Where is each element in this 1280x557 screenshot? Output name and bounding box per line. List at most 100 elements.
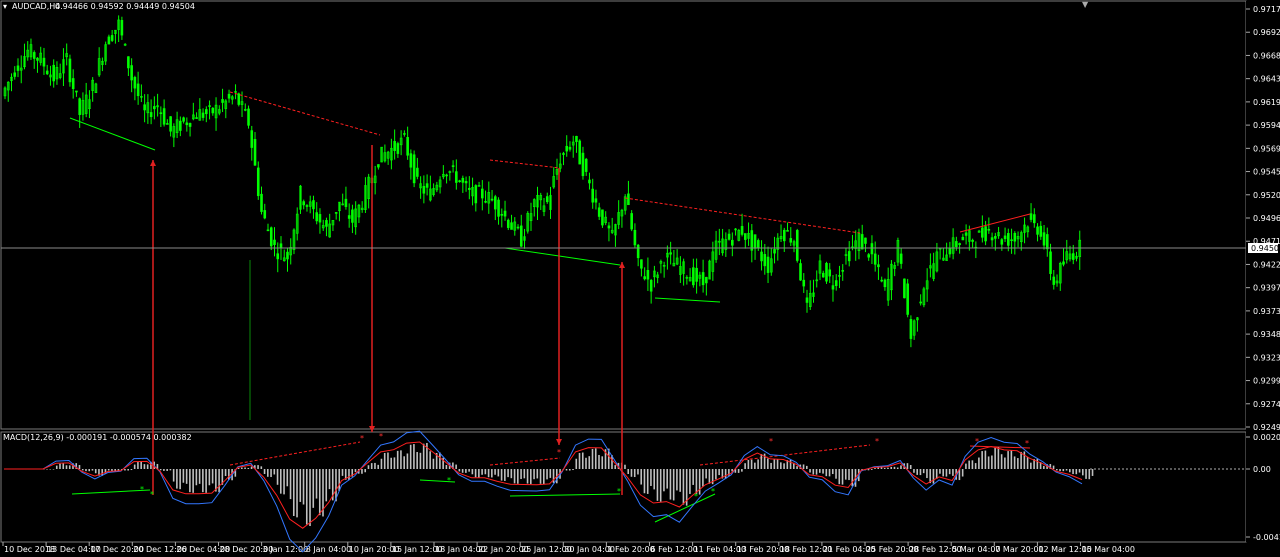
candle-body [565,145,569,152]
macd-histogram-bar [403,456,405,469]
macd-histogram-bar [166,469,168,471]
chart-header: AUDCAD,H4 [12,2,60,11]
candle-body [166,123,169,125]
macd-histogram-bar [124,469,126,471]
candle-body [802,279,806,287]
candle-body [468,187,471,190]
candle-body [568,146,572,150]
candle-body [789,238,793,243]
macd-histogram-bar [517,469,519,484]
candle-body [315,212,319,222]
candle-body [136,83,140,97]
candle-body [110,35,114,41]
candle-body [594,198,598,203]
macd-histogram-bar [296,469,298,518]
price-tick-label: 0.95695 [1253,144,1280,153]
collapse-arrow-icon[interactable]: ▾ [3,2,7,11]
macd-histogram-bar [913,469,915,473]
macd-histogram-bar [461,469,464,473]
macd-histogram-bar [870,469,873,470]
candle-body [581,152,585,177]
macd-histogram-bar [581,452,584,469]
macd-histogram-bar [676,469,678,491]
candle-body [269,227,273,247]
candle-body [1052,276,1056,285]
mt4-chart[interactable]: 0.97170 0.96925 0.96680 0.96435 0.96190 0.959… [0,0,1280,557]
candle-body [575,135,578,142]
macd-histogram-bar [679,469,681,492]
macd-histogram-bar [192,469,194,493]
candle-body [584,158,588,172]
signal-marker: * [975,437,979,446]
time-tick-label: 5 Mar 04:00 [952,545,1000,554]
macd-histogram-bar [439,452,441,469]
macd-histogram-bar [598,454,600,469]
macd-histogram-bar [916,469,919,475]
candle-body [727,233,731,240]
macd-histogram-bar [260,466,263,469]
macd-tick-label: -0.004136 [1253,533,1280,542]
candle-body [695,267,698,282]
candle-body [393,141,396,151]
macd-histogram-bar [838,469,841,485]
macd-histogram-bar [328,469,331,490]
macd-histogram-bar [932,469,935,484]
macd-histogram-bar [656,469,659,501]
macd-histogram-bar [575,458,578,469]
candle-body [705,276,708,284]
macd-histogram-bar [900,465,902,469]
macd-histogram-bar [536,469,539,479]
candle-body [607,225,611,229]
candle-body [253,138,257,166]
candle-body [13,72,17,77]
macd-pane[interactable] [0,431,1247,543]
candle-body [825,262,828,282]
macd-histogram-bar [88,469,91,472]
macd-histogram-bar [997,447,1000,469]
macd-histogram-bar [189,469,191,493]
candle-body [860,234,864,250]
candle-body [990,237,994,241]
candle-body [416,167,419,177]
time-tick-label: 7 Mar 20:00 [995,545,1043,554]
price-tick-label: 0.93235 [1253,353,1280,362]
macd-histogram-bar [520,469,522,480]
macd-histogram-bar [637,469,639,475]
candle-body [795,230,799,261]
candle-body [1071,253,1075,260]
macd-histogram-bar [416,452,418,469]
price-pane[interactable] [0,0,1247,430]
macd-histogram-bar [62,463,65,469]
candle-body [1000,239,1004,245]
candle-body [578,140,582,165]
candle-body [318,214,322,223]
macd-histogram-bar [754,462,756,469]
macd-histogram-bar [1088,469,1091,480]
macd-histogram-bar [318,469,321,516]
macd-histogram-bar [818,469,821,473]
shift-marker-icon[interactable]: ▼ [1082,0,1089,9]
macd-histogram-bar [682,469,685,505]
macd-histogram-bar [666,469,668,489]
time-tick-label: 1 Feb 20:00 [607,545,654,554]
candle-body [263,210,267,219]
macd-histogram-bar [504,469,506,481]
macd-histogram-bar [549,469,552,478]
macd-histogram-bar [289,469,292,500]
macd-histogram-bar [471,469,474,475]
macd-histogram-bar [279,469,282,494]
candle-body [221,99,224,103]
candle-body [481,188,484,199]
signal-marker: * [447,476,451,485]
candle-body [396,143,400,154]
macd-histogram-bar [270,469,272,478]
macd-histogram-bar [776,459,779,469]
candle-body [821,272,825,278]
macd-histogram-bar [390,457,392,469]
candle-body [195,117,198,119]
price-tick-label: 0.96435 [1253,75,1280,84]
macd-histogram-bar [474,469,477,478]
macd-histogram-bar [387,452,389,469]
price-tick-label: 0.94220 [1253,260,1280,269]
macd-histogram-bar [835,469,837,479]
